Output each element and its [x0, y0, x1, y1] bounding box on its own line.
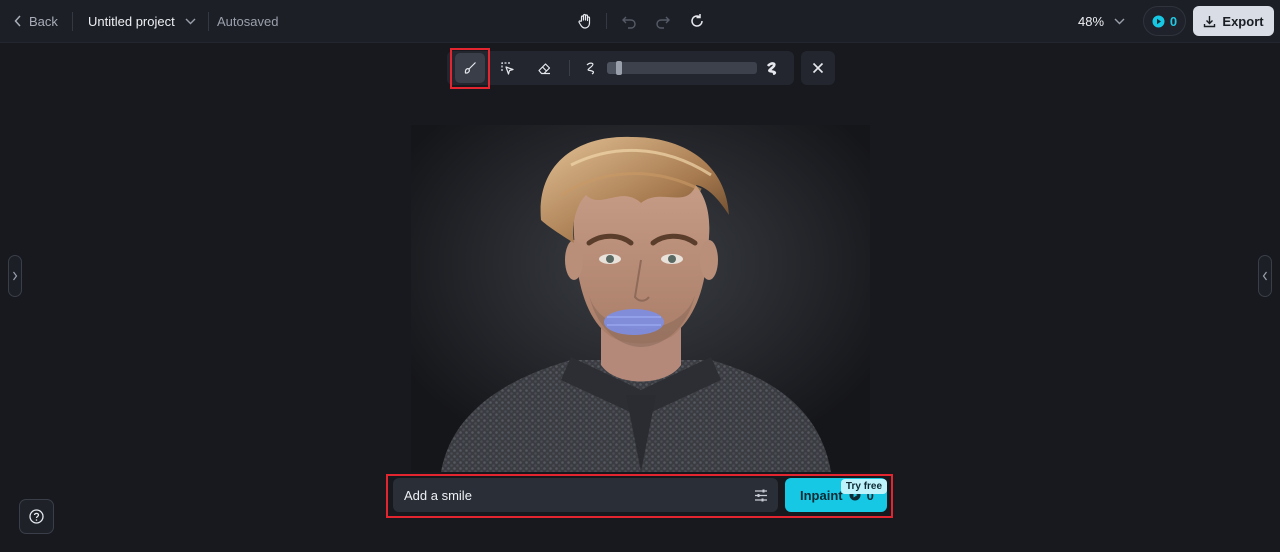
brush-size-large-indicator: [757, 53, 787, 83]
right-panel-toggle[interactable]: [1258, 255, 1272, 297]
chevron-right-icon: [13, 271, 18, 281]
eraser-icon: [537, 62, 550, 74]
download-icon: [1204, 15, 1216, 27]
inpaint-toolbar: [447, 51, 794, 85]
refresh-icon: [691, 14, 703, 27]
credit-coin-icon: [1152, 15, 1165, 27]
back-label: Back: [29, 13, 58, 29]
brush-icon: [464, 62, 476, 74]
try-free-badge: Try free: [841, 479, 887, 494]
thin-stroke-icon: [586, 62, 595, 75]
project-title: Untitled project: [88, 13, 175, 29]
close-icon: [812, 62, 824, 74]
hand-icon: [578, 13, 591, 29]
close-toolbar-button[interactable]: [801, 51, 835, 85]
left-panel-toggle[interactable]: [8, 255, 22, 297]
inpaint-label: Inpaint: [800, 487, 843, 503]
chevron-left-icon: [14, 15, 21, 27]
prompt-settings-button[interactable]: [751, 485, 771, 505]
divider: [569, 60, 570, 76]
top-bar: Back Untitled project Autosaved 48% 0 Ex…: [0, 0, 1280, 43]
divider: [208, 12, 209, 31]
undo-icon: [622, 16, 636, 29]
brush-tool-button[interactable]: [455, 53, 485, 83]
credits-button[interactable]: 0: [1143, 6, 1186, 36]
sliders-icon: [755, 489, 767, 501]
chevron-down-icon: [1114, 18, 1125, 24]
brush-size-small-indicator: [576, 53, 606, 83]
zoom-dropdown[interactable]: 48%: [1078, 12, 1125, 30]
thick-stroke-icon: [766, 62, 777, 75]
hand-pan-button[interactable]: [573, 9, 597, 33]
help-button[interactable]: [19, 499, 54, 534]
portrait-image: [411, 125, 870, 472]
smart-select-icon: [501, 62, 514, 75]
chevron-left-icon: [1262, 271, 1267, 281]
eraser-tool-button[interactable]: [529, 53, 559, 83]
credits-count: 0: [1169, 13, 1178, 29]
autosave-status: Autosaved: [217, 13, 279, 29]
help-icon: [29, 509, 44, 524]
zoom-level: 48%: [1078, 13, 1105, 29]
export-button[interactable]: Export: [1193, 6, 1274, 36]
undo-button[interactable]: [617, 9, 641, 33]
divider: [72, 12, 73, 31]
redo-icon: [656, 16, 670, 29]
brush-size-thumb[interactable]: [616, 61, 622, 75]
reset-button[interactable]: [685, 9, 709, 33]
brush-size-slider[interactable]: [607, 61, 757, 75]
canvas-image[interactable]: [411, 125, 870, 472]
chevron-down-icon: [185, 18, 196, 24]
redo-button[interactable]: [651, 9, 675, 33]
project-title-dropdown[interactable]: Untitled project: [88, 12, 196, 30]
export-label: Export: [1222, 13, 1264, 29]
back-button[interactable]: Back: [14, 12, 58, 30]
divider: [606, 13, 607, 29]
prompt-input[interactable]: Add a smile: [393, 478, 778, 512]
smart-select-tool-button[interactable]: [492, 53, 522, 83]
